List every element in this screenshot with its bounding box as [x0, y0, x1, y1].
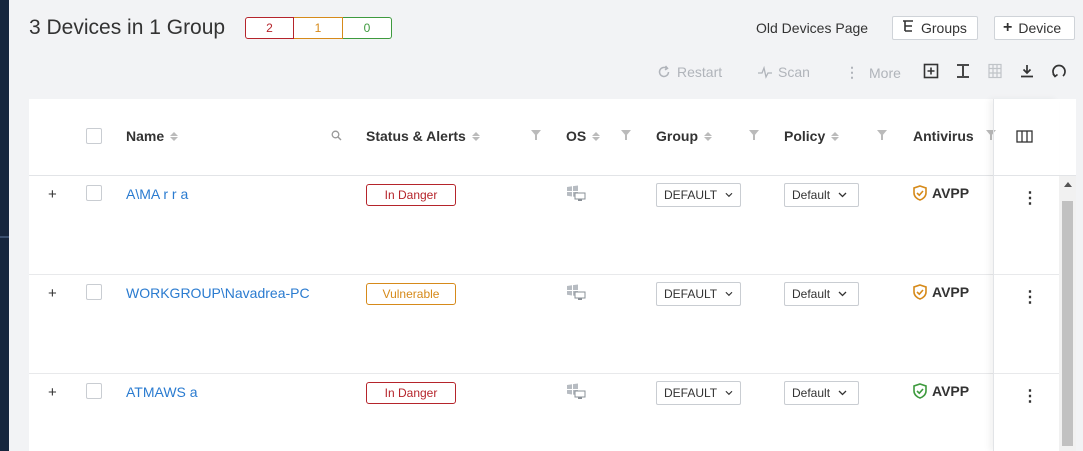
nav-marker [0, 236, 9, 238]
table-row[interactable]: + A\MA r r a In Danger DEFAULT Default A… [29, 176, 1076, 275]
device-name-link[interactable]: WORKGROUP\Navadrea-PC [126, 285, 321, 301]
vertical-scrollbar[interactable] [1059, 176, 1076, 451]
restart-icon [658, 65, 670, 78]
antivirus-status: AVPP [913, 383, 969, 399]
expand-row-icon[interactable]: + [48, 186, 57, 203]
search-icon[interactable] [331, 130, 342, 141]
policy-select[interactable]: Default [784, 381, 859, 405]
plus-icon: + [1003, 19, 1013, 36]
sort-icon [704, 131, 712, 141]
column-header-group[interactable]: Group [656, 128, 712, 144]
chevron-down-icon [838, 291, 847, 297]
windows-os-icon [566, 184, 586, 207]
scroll-up-arrow-icon[interactable] [1064, 182, 1072, 187]
table-row[interactable]: + ATMAWS a In Danger DEFAULT Default AVP… [29, 374, 1076, 451]
shield-check-icon [913, 383, 927, 399]
expand-row-icon[interactable]: + [48, 285, 57, 302]
text-height-icon [957, 64, 969, 78]
column-header-os[interactable]: OS [566, 128, 601, 144]
group-select[interactable]: DEFAULT [656, 183, 741, 207]
sort-icon [592, 131, 601, 141]
more-label: More [869, 64, 901, 81]
refresh-button[interactable] [1050, 62, 1068, 80]
expand-row-icon[interactable]: + [48, 384, 57, 401]
groups-button[interactable]: Groups [892, 16, 978, 40]
pulse-icon [758, 65, 772, 79]
download-icon [1021, 65, 1033, 78]
antivirus-status: AVPP [913, 185, 969, 201]
filter-icon[interactable] [749, 130, 759, 140]
groups-icon [901, 19, 915, 38]
column-header-antivirus[interactable]: Antivirus [913, 128, 974, 144]
shield-check-icon [913, 185, 927, 201]
chevron-down-icon [838, 192, 847, 198]
device-name-link[interactable]: A\MA r r a [126, 186, 321, 202]
filter-icon[interactable] [531, 130, 541, 140]
page-title: 3 Devices in 1 Group [29, 16, 226, 39]
row-checkbox[interactable] [86, 383, 102, 399]
table-row[interactable]: + WORKGROUP\Navadrea-PC Vulnerable DEFAU… [29, 275, 1076, 374]
column-header-policy[interactable]: Policy [784, 128, 840, 144]
chevron-down-icon [838, 390, 847, 396]
download-button[interactable] [1018, 62, 1036, 80]
grid-view-button[interactable] [986, 62, 1004, 80]
shield-check-icon [913, 284, 927, 300]
status-badge: In Danger [366, 184, 456, 206]
group-select[interactable]: DEFAULT [656, 381, 741, 405]
groups-button-label: Groups [921, 20, 967, 36]
scrollbar-thumb[interactable] [1062, 201, 1073, 446]
sort-icon [170, 131, 179, 141]
restart-button[interactable]: Restart [657, 64, 722, 80]
more-button[interactable]: ⋮ More [845, 64, 901, 81]
windows-os-icon [566, 283, 586, 306]
table-header: Name Status & Alerts OS Group Policy Ant… [29, 99, 1076, 176]
danger-count-badge[interactable]: 2 [245, 17, 294, 39]
policy-select[interactable]: Default [784, 282, 859, 306]
refresh-icon [1052, 64, 1066, 78]
group-select[interactable]: DEFAULT [656, 282, 741, 306]
chevron-down-icon [725, 390, 733, 396]
chevron-down-icon [725, 192, 733, 198]
status-badge: Vulnerable [366, 283, 456, 305]
device-name-link[interactable]: ATMAWS a [126, 384, 321, 400]
ok-count-badge[interactable]: 0 [343, 17, 392, 39]
expand-all-button[interactable] [922, 62, 940, 80]
more-dots-icon: ⋮ [845, 64, 859, 80]
devices-table: Name Status & Alerts OS Group Policy Ant… [29, 99, 1076, 451]
vulnerable-count-badge[interactable]: 1 [294, 17, 343, 39]
row-checkbox[interactable] [86, 185, 102, 201]
windows-os-icon [566, 382, 586, 405]
restart-label: Restart [677, 64, 723, 80]
chevron-down-icon [725, 291, 733, 297]
sort-icon [831, 131, 840, 141]
frozen-actions-column [993, 99, 1059, 451]
policy-select[interactable]: Default [784, 183, 859, 207]
status-badge: In Danger [366, 382, 456, 404]
status-counts: 2 1 0 [245, 17, 392, 39]
column-header-name[interactable]: Name [126, 128, 179, 144]
add-device-button[interactable]: + Device [994, 16, 1075, 40]
old-devices-page-link[interactable]: Old Devices Page [756, 20, 868, 36]
row-checkbox[interactable] [86, 284, 102, 300]
row-height-button[interactable] [954, 62, 972, 80]
column-header-status[interactable]: Status & Alerts [366, 128, 480, 144]
expand-box-icon [923, 63, 939, 79]
sort-icon [471, 131, 480, 141]
filter-icon[interactable] [877, 130, 887, 140]
left-nav-strip [0, 0, 9, 451]
grid-icon [988, 63, 1002, 79]
antivirus-status: AVPP [913, 284, 969, 300]
add-device-button-label: Device [1018, 20, 1062, 36]
filter-icon[interactable] [621, 130, 631, 140]
select-all-checkbox[interactable] [86, 128, 102, 144]
scan-button[interactable]: Scan [758, 64, 810, 80]
scan-label: Scan [778, 64, 810, 80]
